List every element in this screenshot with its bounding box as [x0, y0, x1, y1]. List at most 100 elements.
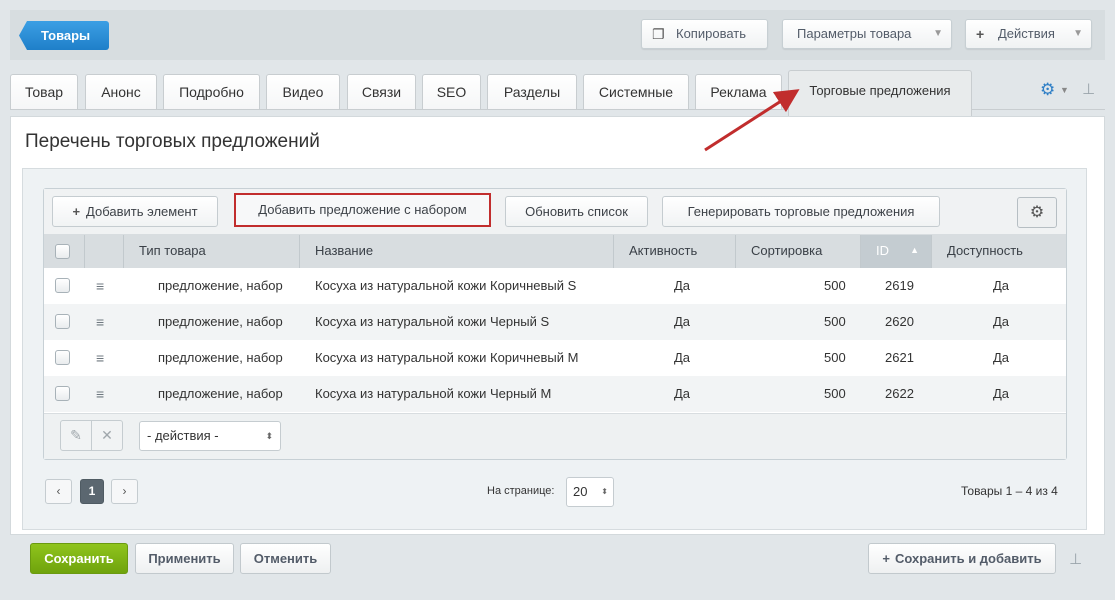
tab-video[interactable]: Видео: [266, 74, 340, 110]
column-id[interactable]: ID ▲: [861, 235, 932, 268]
tab-trade-offers[interactable]: Торговые предложения: [788, 70, 972, 116]
cell-active: Да: [674, 386, 691, 401]
actions-button[interactable]: + Действия ▼: [965, 19, 1092, 49]
tab-advertising[interactable]: Реклама: [695, 74, 782, 110]
pencil-icon: ✎: [70, 427, 82, 443]
product-params-label: Параметры товара: [797, 26, 912, 41]
tab-announce[interactable]: Анонс: [85, 74, 157, 110]
save-and-add-button[interactable]: + Сохранить и добавить: [868, 543, 1056, 574]
select-arrows-icon: ⬍: [601, 487, 608, 496]
cell-type: предложение, набор: [158, 278, 283, 293]
next-page-button[interactable]: ›: [111, 479, 138, 504]
column-id-label: ID: [876, 243, 889, 258]
row-checkbox[interactable]: [55, 386, 70, 401]
cell-availability: Да: [993, 278, 1010, 293]
cell-active: Да: [674, 350, 691, 365]
column-type[interactable]: Тип товара: [124, 235, 300, 268]
cell-sort: 500: [824, 350, 846, 365]
drag-handle-icon[interactable]: ≡: [96, 304, 104, 340]
copy-icon: ❐: [652, 26, 665, 42]
cell-name: Косуха из натуральной кожи Коричневый S: [315, 278, 577, 293]
cell-type: предложение, набор: [158, 350, 283, 365]
close-icon: ✕: [101, 427, 113, 443]
cell-active: Да: [674, 278, 691, 293]
add-offer-set-button[interactable]: Добавить предложение с набором: [234, 193, 491, 227]
cell-name: Косуха из натуральной кожи Коричневый M: [315, 350, 579, 365]
column-active[interactable]: Активность: [614, 235, 736, 268]
drag-handle-icon[interactable]: ≡: [96, 340, 104, 376]
back-to-products-button[interactable]: Товары: [19, 21, 109, 50]
add-element-label: Добавить элемент: [86, 204, 198, 219]
plus-icon: +: [976, 26, 985, 42]
cell-type: предложение, набор: [158, 386, 283, 401]
column-sort[interactable]: Сортировка: [736, 235, 861, 268]
plus-icon: +: [72, 204, 81, 219]
copy-label: Копировать: [676, 26, 746, 41]
cancel-button[interactable]: Отменить: [240, 543, 331, 574]
add-element-button[interactable]: + Добавить элемент: [52, 196, 218, 227]
pin-icon[interactable]: ⊥: [1082, 80, 1095, 98]
generate-offers-button[interactable]: Генерировать торговые предложения: [662, 196, 940, 227]
sort-asc-icon: ▲: [910, 245, 919, 255]
gear-icon: ⚙: [1029, 204, 1045, 221]
page-1-button[interactable]: 1: [80, 479, 104, 504]
tab-details[interactable]: Подробно: [163, 74, 260, 110]
plus-icon: +: [882, 551, 890, 566]
chevron-down-icon: ▼: [933, 28, 943, 39]
chevron-down-icon: ▼: [1060, 85, 1069, 95]
per-page-select[interactable]: 20 ⬍: [566, 477, 614, 507]
table-row[interactable]: ≡ предложение, набор Косуха из натуральн…: [44, 376, 1066, 412]
tab-product[interactable]: Товар: [10, 74, 78, 110]
save-button[interactable]: Сохранить: [30, 543, 128, 574]
refresh-list-button[interactable]: Обновить список: [505, 196, 648, 227]
row-checkbox[interactable]: [55, 278, 70, 293]
cell-type: предложение, набор: [158, 314, 283, 329]
apply-button[interactable]: Применить: [135, 543, 234, 574]
cell-sort: 500: [824, 314, 846, 329]
cell-id: 2619: [885, 278, 914, 293]
table-row[interactable]: ≡ предложение, набор Косуха из натуральн…: [44, 340, 1066, 376]
row-checkbox[interactable]: [55, 350, 70, 365]
column-drag: [84, 235, 124, 268]
tab-links[interactable]: Связи: [347, 74, 416, 110]
section-title: Перечень торговых предложений: [25, 131, 320, 152]
total-count: Товары 1 – 4 из 4: [961, 484, 1058, 498]
pin-icon[interactable]: ⊥: [1069, 550, 1082, 568]
grid-settings-button[interactable]: ⚙: [1017, 197, 1057, 228]
cell-availability: Да: [993, 314, 1010, 329]
table-row[interactable]: ≡ предложение, набор Косуха из натуральн…: [44, 304, 1066, 340]
column-availability[interactable]: Доступность: [932, 235, 1066, 268]
column-name[interactable]: Название: [300, 235, 614, 268]
cell-availability: Да: [993, 386, 1010, 401]
gear-icon[interactable]: ⚙: [1040, 80, 1055, 100]
row-checkbox[interactable]: [55, 314, 70, 329]
cell-id: 2621: [885, 350, 914, 365]
tab-seo[interactable]: SEO: [422, 74, 481, 110]
select-arrows-icon: ⬍: [265, 431, 273, 441]
chevron-down-icon: ▼: [1073, 28, 1083, 39]
tab-sections[interactable]: Разделы: [487, 74, 577, 110]
edit-button[interactable]: ✎: [60, 420, 92, 451]
cell-name: Косуха из натуральной кожи Черный M: [315, 386, 552, 401]
select-all-checkbox[interactable]: [55, 244, 70, 259]
tab-system[interactable]: Системные: [583, 74, 689, 110]
cell-active: Да: [674, 314, 691, 329]
bulk-actions-value: - действия -: [147, 428, 219, 443]
table-row[interactable]: ≡ предложение, набор Косуха из натуральн…: [44, 268, 1066, 304]
bulk-actions-select[interactable]: - действия - ⬍: [139, 421, 281, 451]
cell-name: Косуха из натуральной кожи Черный S: [315, 314, 550, 329]
cell-sort: 500: [824, 386, 846, 401]
per-page-label: На странице:: [487, 485, 555, 497]
per-page-value: 20: [573, 484, 588, 499]
cell-id: 2620: [885, 314, 914, 329]
save-and-add-label: Сохранить и добавить: [894, 551, 1042, 566]
prev-page-button[interactable]: ‹: [45, 479, 72, 504]
actions-label: Действия: [998, 26, 1055, 41]
cell-id: 2622: [885, 386, 914, 401]
delete-button[interactable]: ✕: [91, 420, 123, 451]
cell-availability: Да: [993, 350, 1010, 365]
copy-button[interactable]: ❐ Копировать: [641, 19, 768, 49]
product-params-button[interactable]: Параметры товара ▼: [782, 19, 952, 49]
drag-handle-icon[interactable]: ≡: [96, 268, 104, 304]
drag-handle-icon[interactable]: ≡: [96, 376, 104, 412]
